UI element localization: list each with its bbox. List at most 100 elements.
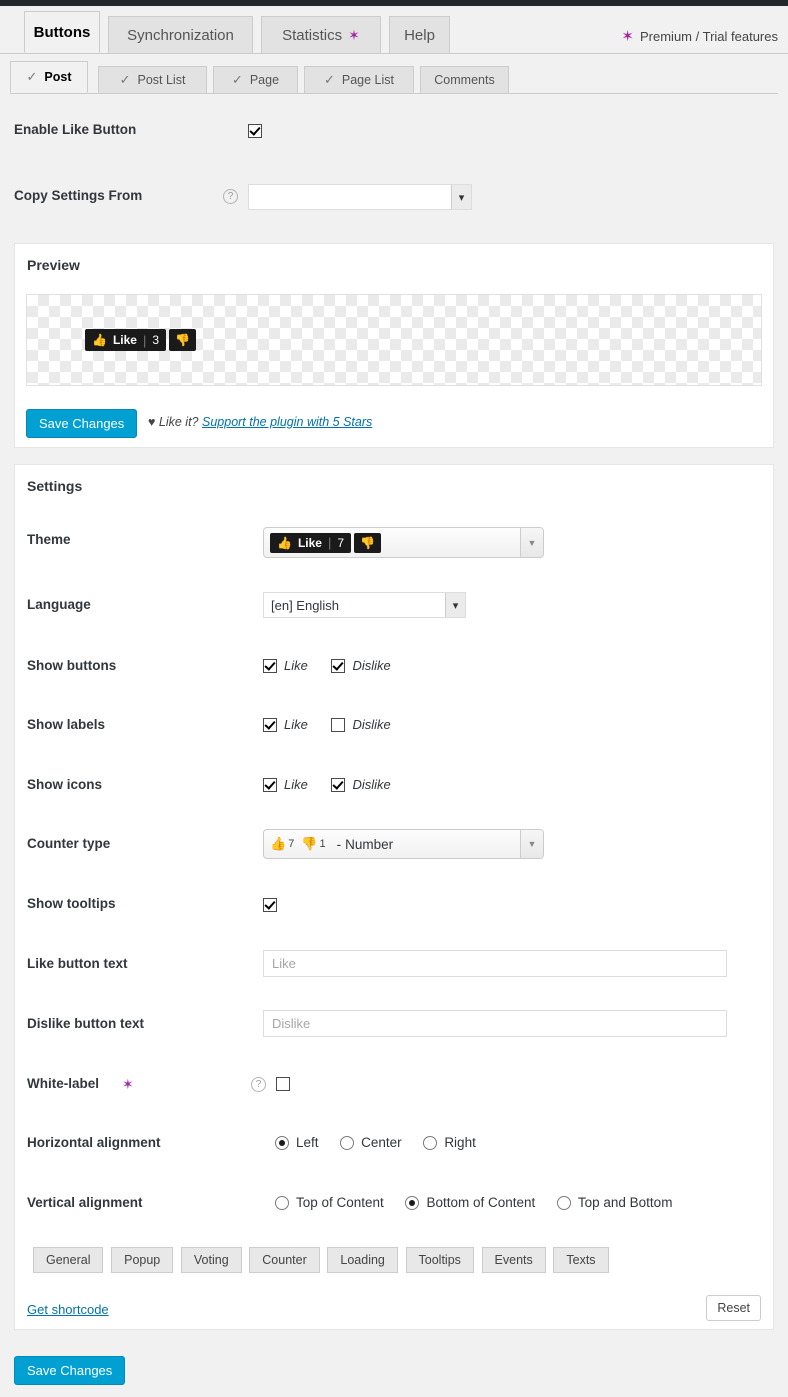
get-shortcode-link[interactable]: Get shortcode [27, 1302, 109, 1317]
horizontal-alignment-left-option[interactable]: Left [275, 1135, 319, 1150]
section-tab-general[interactable]: General [33, 1247, 104, 1273]
thumbs-down-icon: 👎 [360, 535, 375, 550]
chevron-down-icon: ▾ [445, 593, 465, 617]
premium-star-icon: ✶ [122, 1076, 134, 1092]
show-labels-row: Show labels Like Dislike [15, 713, 773, 743]
preview-dislike-button[interactable]: 👎 [169, 329, 196, 351]
show-icons-options: Like Dislike [263, 777, 411, 795]
section-tab-loading[interactable]: Loading [327, 1247, 398, 1273]
show-buttons-options: Like Dislike [263, 658, 411, 676]
subtab-comments[interactable]: Comments [420, 66, 509, 93]
copy-settings-from-row: Copy Settings From [14, 188, 142, 203]
theme-like-label: Like [297, 535, 322, 550]
horizontal-alignment-right-label: Right [444, 1135, 476, 1150]
subtab-page-label: Page [249, 73, 280, 87]
show-tooltips-checkbox[interactable] [263, 897, 277, 912]
show-buttons-dislike-option[interactable]: Dislike [331, 658, 391, 673]
horizontal-alignment-center-label: Center [361, 1135, 402, 1150]
theme-select[interactable]: 👍 Like | 7 👎 ▼ [263, 527, 544, 558]
show-icons-like-checkbox[interactable] [263, 777, 277, 792]
subtab-post-list[interactable]: ✓ Post List [98, 66, 207, 93]
section-tab-tooltips[interactable]: Tooltips [405, 1247, 474, 1273]
show-buttons-like-label: Like [284, 658, 308, 673]
show-icons-dislike-checkbox[interactable] [331, 777, 346, 792]
white-label-label: White-label [27, 1076, 100, 1091]
chevron-down-icon: ▼ [520, 528, 543, 557]
preview-like-widget[interactable]: 👍 Like | 3 👎 [85, 329, 196, 351]
show-buttons-dislike-label: Dislike [352, 658, 391, 673]
sub-tab-bar: ✓ Post ✓ Post List ✓ Page ✓ Page List Co… [10, 61, 778, 94]
show-buttons-like-checkbox[interactable] [263, 658, 277, 673]
thumbs-down-icon: 👎 [301, 836, 318, 851]
vertical-alignment-top-option[interactable]: Top of Content [275, 1195, 384, 1210]
preview-panel: Preview 👍 Like | 3 👎 Save Changes ♥ Like… [14, 243, 774, 448]
language-select[interactable]: [en] English ▾ [263, 592, 466, 618]
vertical-alignment-options: Top of Content Bottom of Content Top and… [275, 1195, 690, 1213]
subtab-page[interactable]: ✓ Page [213, 66, 298, 93]
section-tab-events[interactable]: Events [481, 1247, 546, 1273]
tab-statistics-label: Statistics [282, 26, 343, 44]
support-plugin-link[interactable]: Support the plugin with 5 Stars [202, 415, 372, 429]
section-tab-texts[interactable]: Texts [553, 1247, 609, 1273]
reset-button[interactable]: Reset [706, 1295, 761, 1321]
footer-save-changes-button[interactable]: Save Changes [14, 1356, 126, 1385]
tab-synchronization-label: Synchronization [127, 26, 234, 44]
show-labels-like-checkbox[interactable] [263, 717, 277, 732]
section-tab-counter[interactable]: Counter [249, 1247, 320, 1273]
vertical-alignment-both-option[interactable]: Top and Bottom [556, 1195, 672, 1210]
tab-help[interactable]: Help [389, 16, 450, 53]
show-labels-dislike-option[interactable]: Dislike [331, 717, 391, 732]
theme-select-value: 👍 Like | 7 👎 [264, 532, 520, 553]
subtab-post[interactable]: ✓ Post [10, 61, 88, 93]
subtab-page-list[interactable]: ✓ Page List [304, 66, 414, 93]
show-buttons-like-option[interactable]: Like [263, 658, 308, 673]
preview-canvas: 👍 Like | 3 👎 [26, 294, 762, 386]
white-label-checkbox[interactable] [276, 1077, 290, 1091]
section-tab-voting[interactable]: Voting [180, 1247, 242, 1273]
show-labels-dislike-checkbox[interactable] [331, 717, 346, 732]
show-icons-like-option[interactable]: Like [263, 777, 308, 792]
show-tooltips-label: Show tooltips [27, 896, 116, 911]
section-tab-popup[interactable]: Popup [111, 1247, 174, 1273]
horizontal-alignment-options: Left Center Right [275, 1135, 494, 1153]
preview-like-button[interactable]: 👍 Like | 3 [85, 329, 167, 351]
check-icon: ✓ [26, 69, 38, 84]
theme-dislike-button: 👎 [354, 532, 381, 553]
help-icon[interactable]: ? [223, 189, 238, 204]
vertical-alignment-both-radio[interactable] [556, 1195, 571, 1210]
dislike-button-text-input[interactable] [263, 1010, 727, 1037]
like-button-text-input[interactable] [263, 950, 727, 977]
white-label-row: White-label ✶ ? [15, 1072, 773, 1102]
theme-like-count: 7 [337, 535, 345, 550]
enable-like-button-checkbox[interactable] [248, 124, 262, 138]
show-labels-like-option[interactable]: Like [263, 717, 308, 732]
vertical-alignment-bottom-option[interactable]: Bottom of Content [405, 1195, 535, 1210]
show-icons-dislike-label: Dislike [352, 777, 391, 792]
thumbs-up-icon: 👍 [92, 333, 107, 347]
theme-like-button: 👍 Like | 7 [270, 532, 352, 553]
premium-trial-notice: ✶ Premium / Trial features [621, 29, 778, 44]
horizontal-alignment-left-radio[interactable] [275, 1135, 289, 1150]
show-icons-dislike-option[interactable]: Dislike [331, 777, 391, 792]
tab-buttons[interactable]: Buttons [24, 11, 100, 53]
horizontal-alignment-right-option[interactable]: Right [423, 1135, 476, 1150]
horizontal-alignment-center-radio[interactable] [340, 1135, 355, 1150]
horizontal-alignment-center-option[interactable]: Center [340, 1135, 402, 1150]
vertical-alignment-top-radio[interactable] [275, 1195, 289, 1210]
tab-synchronization[interactable]: Synchronization [108, 16, 253, 53]
preview-save-changes-button[interactable]: Save Changes [26, 409, 138, 438]
tab-statistics[interactable]: Statistics ✶ [261, 16, 381, 53]
counter-type-select[interactable]: 👍 7 👎 1 - Number ▼ [263, 829, 544, 859]
show-buttons-dislike-checkbox[interactable] [331, 658, 346, 673]
show-buttons-row: Show buttons Like Dislike [15, 654, 773, 684]
horizontal-alignment-right-radio[interactable] [423, 1135, 438, 1150]
show-labels-like-label: Like [284, 717, 308, 732]
show-labels-label: Show labels [27, 717, 106, 732]
copy-settings-from-select[interactable]: ▾ [248, 184, 472, 210]
show-icons-row: Show icons Like Dislike [15, 773, 773, 803]
horizontal-alignment-left-label: Left [296, 1135, 319, 1150]
help-icon[interactable]: ? [251, 1077, 266, 1092]
show-buttons-label: Show buttons [27, 658, 117, 673]
vertical-alignment-bottom-radio[interactable] [405, 1195, 420, 1210]
preview-like-count: 3 [152, 333, 160, 347]
